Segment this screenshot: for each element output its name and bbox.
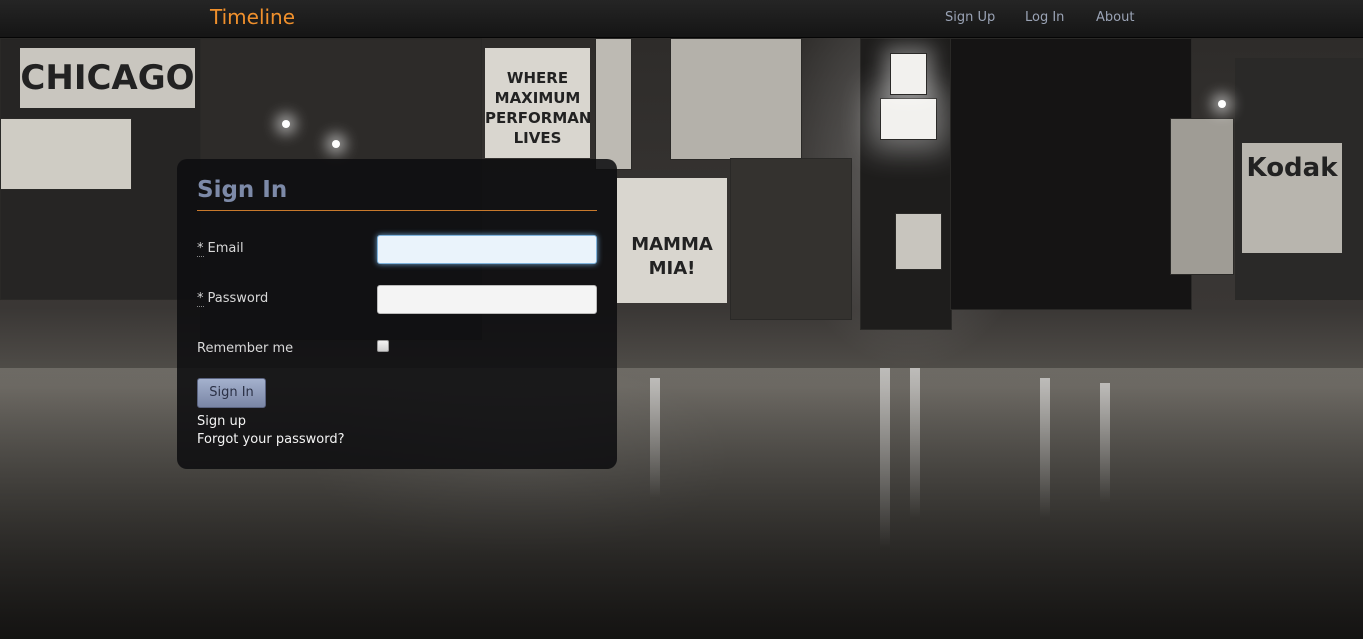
story-sign — [0, 118, 132, 190]
light-reflection — [910, 368, 920, 518]
remember-me-checkbox[interactable] — [377, 340, 389, 352]
email-label: * Email — [197, 241, 244, 257]
mamma-mia-sign: MAMMA MIA! — [617, 178, 727, 303]
email-field[interactable] — [377, 235, 597, 264]
bright-screen-top — [890, 53, 927, 95]
sign-up-link[interactable]: Sign up — [197, 414, 246, 429]
forgot-password-link[interactable]: Forgot your password? — [197, 432, 345, 447]
brand-logo[interactable]: Timeline — [210, 5, 295, 29]
sign-in-button[interactable]: Sign In — [197, 378, 266, 408]
street-light — [332, 140, 340, 148]
email-label-text: Email — [207, 241, 244, 256]
light-reflection — [1100, 383, 1110, 503]
light-reflection — [650, 378, 660, 498]
screen-lower — [895, 213, 942, 270]
title-divider — [197, 210, 597, 211]
light-reflection — [880, 368, 890, 548]
tall-sign — [595, 38, 632, 170]
top-navbar: Timeline Sign Up Log In About — [0, 0, 1363, 38]
remember-me-label: Remember me — [197, 341, 294, 356]
sign-in-panel: Sign In * Email * Password Remember me Sig… — [177, 159, 617, 469]
street-light — [1218, 100, 1226, 108]
sign-in-title: Sign In — [197, 177, 288, 203]
street-light — [282, 120, 290, 128]
building-right — [950, 38, 1192, 310]
ufc-sign — [1170, 118, 1234, 275]
password-label: * Password — [197, 291, 269, 307]
password-label-text: Password — [207, 291, 269, 306]
building-center — [730, 158, 852, 320]
chicago-sign: CHICAGO — [20, 48, 195, 108]
required-marker: * — [197, 291, 204, 307]
password-field[interactable] — [377, 285, 597, 314]
light-reflection — [1040, 378, 1050, 518]
nav-log-in-link[interactable]: Log In — [1025, 10, 1064, 25]
nav-sign-up-link[interactable]: Sign Up — [945, 10, 995, 25]
maximum-performance-sign: WHERE MAXIMUM PERFORMANCE LIVES — [485, 48, 590, 158]
required-marker: * — [197, 241, 204, 257]
billboard-top — [670, 38, 802, 160]
kodak-sign: Kodak — [1242, 143, 1342, 253]
bright-screen — [880, 98, 937, 140]
nav-about-link[interactable]: About — [1096, 10, 1134, 25]
